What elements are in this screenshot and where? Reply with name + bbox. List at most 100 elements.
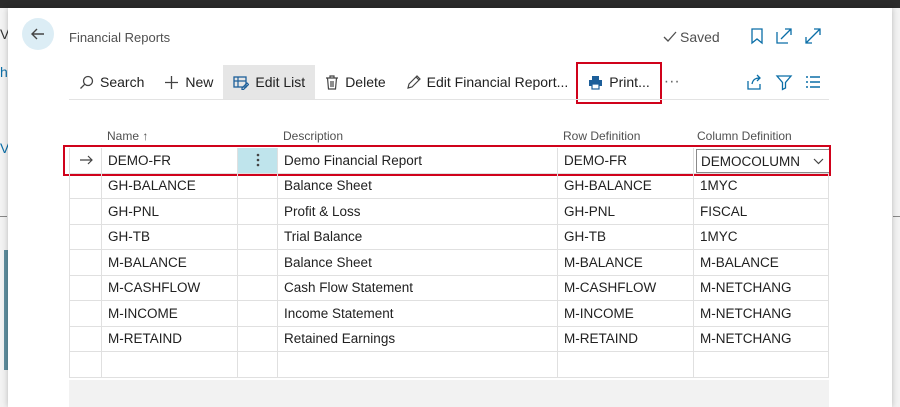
column-header-name[interactable]: Name ↑ [107, 129, 148, 143]
description-value: Demo Financial Report [284, 152, 423, 168]
name-cell[interactable]: M-RETAIND [101, 326, 237, 351]
description-value: Income Statement [284, 305, 394, 321]
column-definition-cell[interactable]: 1MYC [693, 224, 829, 249]
name-cell[interactable]: GH-PNL [101, 199, 237, 224]
row-indicator [69, 199, 101, 224]
row-actions-cell[interactable] [237, 148, 277, 173]
row-actions-cell[interactable] [237, 352, 277, 377]
table-row[interactable]: M-RETAIND Retained Earnings M-RETAIND M-NET… [69, 326, 829, 352]
more-actions-button[interactable]: ··· [660, 65, 684, 99]
print-button[interactable]: Print... [576, 62, 662, 104]
checkmark-icon [663, 31, 677, 42]
name-cell[interactable]: GH-BALANCE [101, 173, 237, 198]
row-actions-cell[interactable] [237, 301, 277, 326]
print-button-label: Print... [609, 74, 650, 90]
pencil-icon [406, 74, 421, 89]
row-definition-cell[interactable]: M-RETAIND [557, 326, 693, 351]
list-view-icon[interactable] [804, 73, 822, 91]
description-cell[interactable]: Retained Earnings [277, 326, 557, 351]
action-bar: Search New Edit List Delete Edit Financi… [69, 62, 829, 104]
row-definition-cell[interactable] [557, 352, 693, 377]
table-body: DEMO-FR Demo Financial Report DEMO-FR DEMOC… [63, 145, 831, 378]
column-definition-select[interactable]: DEMOCOLUMN [696, 149, 831, 173]
row-definition-value: M-BALANCE [564, 254, 643, 270]
column-definition-cell[interactable]: 1MYC [693, 173, 829, 198]
column-definition-cell[interactable] [693, 352, 829, 377]
row-definition-cell[interactable]: M-CASHFLOW [557, 275, 693, 300]
delete-button[interactable]: Delete [315, 65, 395, 99]
row-definition-cell[interactable]: M-INCOME [557, 301, 693, 326]
page-title: Financial Reports [69, 30, 171, 45]
column-definition-cell[interactable]: M-BALANCE [693, 250, 829, 275]
row-actions-cell[interactable] [237, 326, 277, 351]
row-definition-cell[interactable]: GH-TB [557, 224, 693, 249]
expand-icon[interactable] [804, 27, 822, 45]
column-definition-cell[interactable]: M-NETCHANG [693, 275, 829, 300]
search-button[interactable]: Search [69, 65, 154, 99]
share-icon[interactable] [745, 73, 763, 91]
description-cell[interactable]: Income Statement [277, 301, 557, 326]
table-row[interactable]: GH-BALANCE Balance Sheet GH-BALANCE 1MYC [69, 173, 829, 199]
table-row[interactable]: GH-TB Trial Balance GH-TB 1MYC [69, 224, 829, 250]
row-definition-cell[interactable]: GH-BALANCE [557, 173, 693, 198]
row-indicator [69, 148, 101, 173]
table-header-row: Name ↑ Description Row Definition Column… [69, 126, 829, 148]
row-definition-cell[interactable]: GH-PNL [557, 199, 693, 224]
trash-icon [326, 74, 339, 90]
name-cell[interactable]: M-BALANCE [101, 250, 237, 275]
row-actions-cell[interactable] [237, 173, 277, 198]
row-actions-cell[interactable] [237, 224, 277, 249]
name-value: M-INCOME [108, 305, 178, 321]
table-row[interactable] [69, 352, 829, 378]
column-header-row-definition[interactable]: Row Definition [563, 129, 640, 143]
bookmark-icon[interactable] [748, 27, 766, 45]
table-row[interactable]: M-BALANCE Balance Sheet M-BALANCE M-BALANCE [69, 250, 829, 276]
column-definition-cell[interactable]: M-NETCHANG [693, 326, 829, 351]
row-definition-cell[interactable]: DEMO-FR [557, 148, 693, 173]
reports-table: Name ↑ Description Row Definition Column… [63, 126, 831, 378]
delete-button-label: Delete [345, 74, 386, 90]
arrow-right-icon [79, 155, 93, 165]
name-cell[interactable]: GH-TB [101, 224, 237, 249]
row-actions-cell[interactable] [237, 275, 277, 300]
description-cell[interactable]: Trial Balance [277, 224, 557, 249]
name-cell[interactable]: M-CASHFLOW [101, 275, 237, 300]
row-actions-cell[interactable] [237, 250, 277, 275]
description-cell[interactable]: Balance Sheet [277, 173, 557, 198]
table-row[interactable]: DEMO-FR Demo Financial Report DEMO-FR DEMOC… [63, 145, 831, 176]
name-value: GH-BALANCE [108, 178, 196, 194]
financial-reports-panel: Financial Reports Saved Search New Edit … [8, 8, 892, 407]
column-definition-cell[interactable]: DEMOCOLUMN [693, 148, 831, 173]
name-cell[interactable]: DEMO-FR [101, 148, 237, 173]
search-icon [80, 75, 94, 89]
chevron-down-icon [813, 158, 824, 165]
column-definition-cell[interactable]: FISCAL [693, 199, 829, 224]
table-row[interactable]: M-CASHFLOW Cash Flow Statement M-CASHFLOW M… [69, 275, 829, 301]
row-definition-cell[interactable]: M-BALANCE [557, 250, 693, 275]
description-value: Balance Sheet [284, 178, 372, 194]
description-cell[interactable] [277, 352, 557, 377]
edit-list-button-label: Edit List [255, 74, 306, 90]
column-header-description[interactable]: Description [283, 129, 343, 143]
description-cell[interactable]: Profit & Loss [277, 199, 557, 224]
table-row[interactable]: M-INCOME Income Statement M-INCOME M-NETCHA… [69, 301, 829, 327]
edit-financial-report-button[interactable]: Edit Financial Report... [396, 65, 579, 99]
name-cell[interactable] [101, 352, 237, 377]
back-button[interactable] [22, 18, 54, 50]
column-header-column-definition[interactable]: Column Definition [697, 129, 792, 143]
description-cell[interactable]: Balance Sheet [277, 250, 557, 275]
open-new-window-icon[interactable] [775, 27, 793, 45]
filter-icon[interactable] [775, 73, 793, 91]
description-cell[interactable]: Cash Flow Statement [277, 275, 557, 300]
name-cell[interactable]: M-INCOME [101, 301, 237, 326]
new-button[interactable]: New [154, 65, 223, 99]
edit-list-button[interactable]: Edit List [223, 65, 316, 99]
column-definition-value: M-NETCHANG [700, 305, 792, 321]
column-definition-value: M-NETCHANG [700, 280, 792, 296]
table-row[interactable]: GH-PNL Profit & Loss GH-PNL FISCAL [69, 199, 829, 225]
column-definition-cell[interactable]: M-NETCHANG [693, 301, 829, 326]
background-divider [0, 216, 7, 217]
row-indicator [69, 224, 101, 249]
row-actions-cell[interactable] [237, 199, 277, 224]
description-cell[interactable]: Demo Financial Report [277, 148, 557, 173]
